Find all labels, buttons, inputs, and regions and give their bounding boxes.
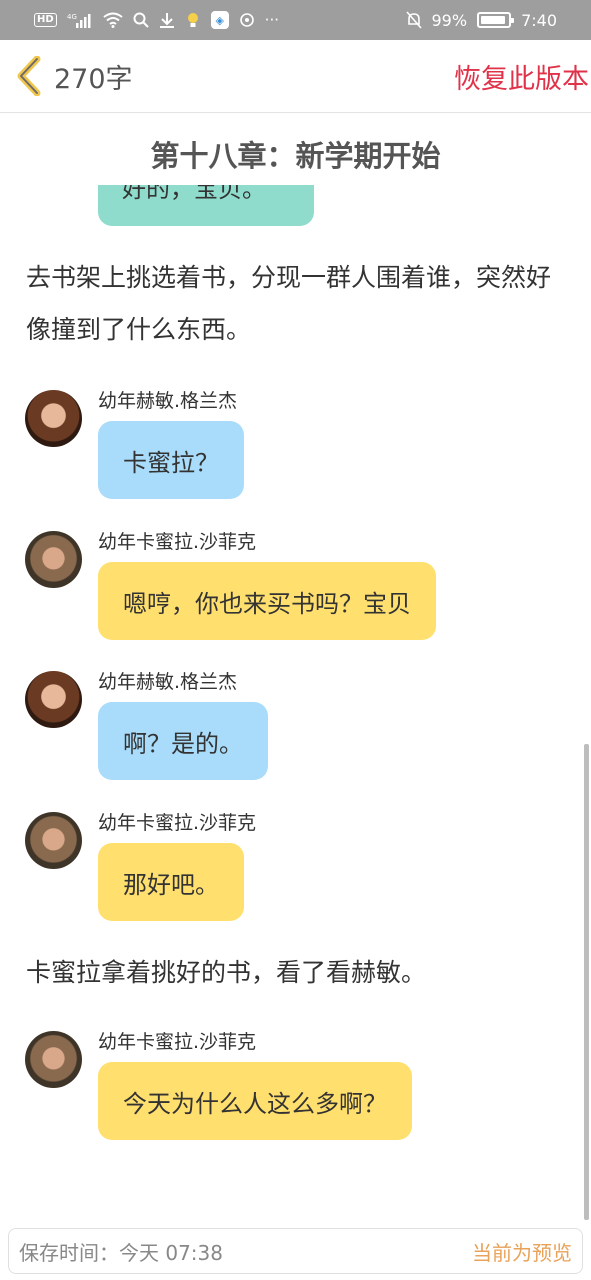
wifi-icon [103, 12, 123, 28]
save-time: 保存时间：今天 07:38 [19, 1240, 223, 1265]
svg-text:4G: 4G [67, 13, 77, 21]
restore-version-button[interactable]: 恢复此版本 [454, 57, 589, 96]
chapter-title: 第十八章：新学期开始 [150, 139, 441, 173]
scrollbar[interactable] [584, 744, 589, 1220]
narration-paragraph: 卡蜜拉拿着挑好的书，看了看赫敏。 [26, 958, 427, 987]
status-right-icons: 99% 7:40 [405, 10, 557, 30]
hd-icon: HD [34, 13, 57, 27]
chat-bubble: 卡蜜拉？ [98, 421, 244, 499]
hermione-avatar[interactable] [25, 671, 82, 728]
word-count: 270字 [54, 63, 133, 95]
speaker-name: 幼年卡蜜拉.沙菲克 [98, 812, 257, 834]
chat-bubble: 啊？是的。 [98, 702, 268, 780]
settings-gear-icon [239, 12, 255, 28]
speaker-name: 幼年赫敏.格兰杰 [98, 390, 238, 412]
footer: 保存时间：今天 07:38 当前为预览 [0, 1225, 591, 1280]
download-icon [159, 12, 175, 28]
chat-bubble: 嗯哼，你也来买书吗？宝贝 [98, 562, 436, 640]
status-bar: HD 4G ◈ ··· 99% 7:40 [0, 0, 591, 40]
footer-bar: 保存时间：今天 07:38 当前为预览 [8, 1228, 583, 1274]
more-dots-icon: ··· [264, 10, 279, 29]
clock: 7:40 [521, 10, 557, 30]
hermione-avatar[interactable] [25, 390, 82, 447]
speaker-name: 幼年赫敏.格兰杰 [98, 671, 238, 693]
speaker-name: 幼年卡蜜拉.沙菲克 [98, 1031, 257, 1053]
preview-status: 当前为预览 [472, 1240, 572, 1265]
nav-bar: 270字 恢复此版本 [0, 40, 591, 113]
status-left-icons: HD 4G ◈ ··· [34, 11, 279, 29]
camilla-avatar[interactable] [25, 531, 82, 588]
nav-left: 270字 [14, 56, 133, 96]
back-chevron-icon[interactable] [14, 56, 44, 96]
app-notification-icon: ◈ [210, 11, 229, 29]
bulb-icon [185, 11, 201, 29]
camilla-avatar[interactable] [25, 812, 82, 869]
narration-paragraph: 去书架上挑选着书，分现一群人围着谁，突然好像撞到了什么东西。 [26, 263, 552, 344]
chat-bubble: 今天为什么人这么多啊？ [98, 1062, 412, 1140]
signal-icon: 4G [67, 12, 93, 28]
chat-bubble: 那好吧。 [98, 843, 244, 921]
search-icon [133, 12, 149, 28]
battery-percent: 99% [431, 10, 468, 30]
camilla-avatar[interactable] [25, 1031, 82, 1088]
chapter-content[interactable]: 好的，宝贝。 第十八章：新学期开始 去书架上挑选着书，分现一群人围着谁，突然好像… [0, 113, 591, 1225]
speaker-name: 幼年卡蜜拉.沙菲克 [98, 531, 257, 553]
battery-icon [477, 12, 515, 28]
mute-bell-icon [405, 11, 422, 29]
